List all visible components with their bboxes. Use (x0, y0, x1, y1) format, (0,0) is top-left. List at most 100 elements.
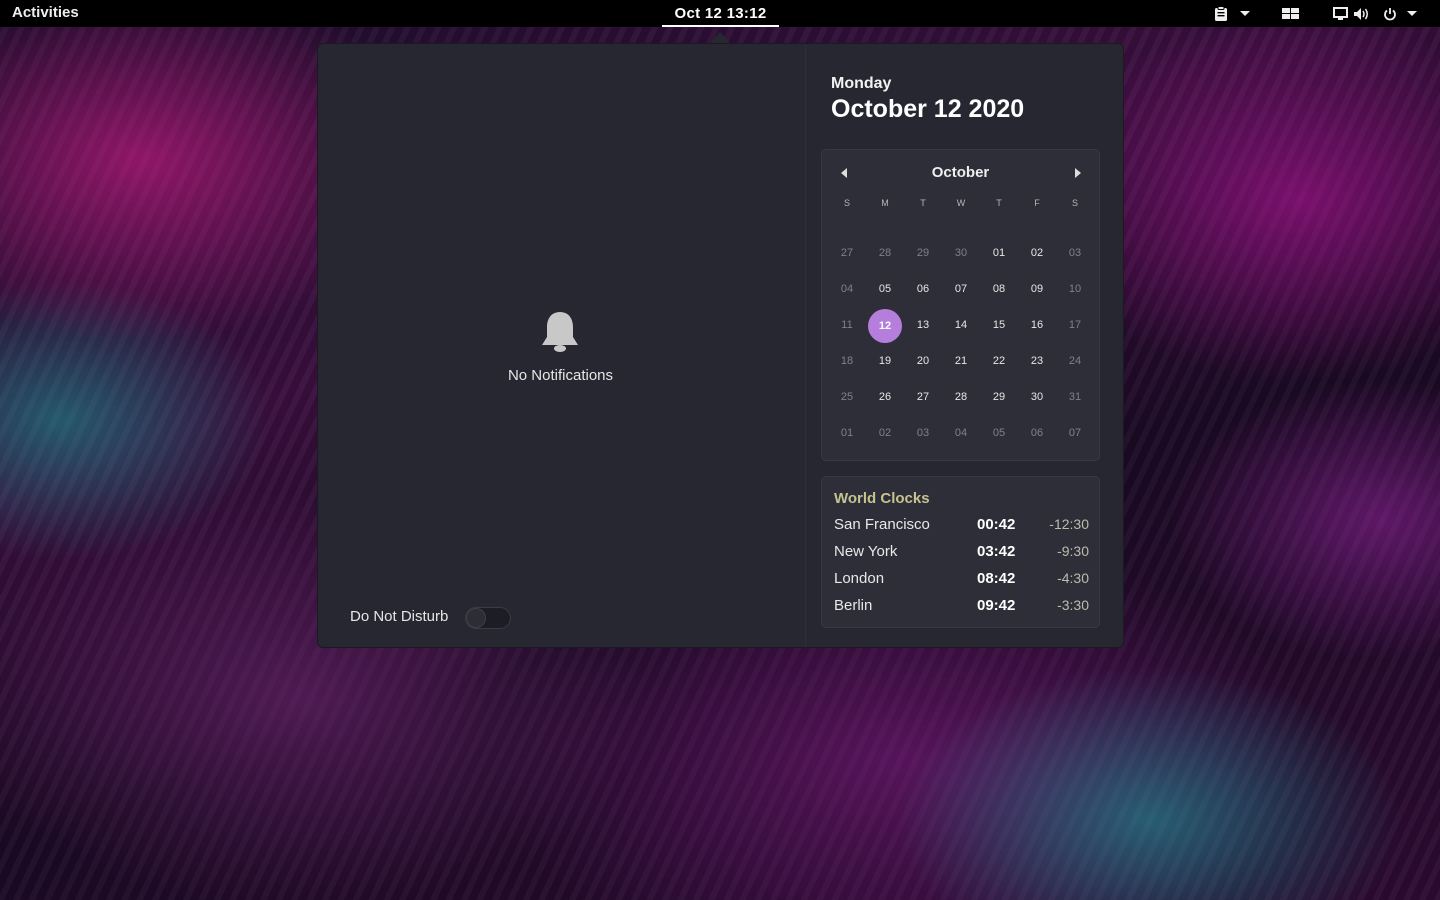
calendar-day[interactable]: 22 (980, 345, 1018, 377)
calendar-day[interactable]: 06 (904, 273, 942, 305)
calendar-day[interactable]: 19 (866, 345, 904, 377)
weekday-heading: W (956, 198, 966, 208)
calendar-day[interactable]: 30 (1018, 381, 1056, 413)
world-clock-offset: -9:30 (1057, 543, 1089, 559)
calendar-day[interactable]: 26 (866, 381, 904, 413)
weekday-heading: S (843, 198, 850, 208)
calendar-day[interactable]: 29 (980, 381, 1018, 413)
next-month-button[interactable] (1075, 168, 1081, 178)
calendar-day[interactable]: 05 (980, 417, 1018, 449)
world-clock-time: 03:42 (977, 543, 1016, 560)
world-clocks-panel[interactable]: World Clocks San Francisco 00:42 -12:30 New… (821, 476, 1100, 628)
calendar-day[interactable]: 03 (904, 417, 942, 449)
calendar-week-row: 04 05 06 07 08 09 10 (828, 271, 1094, 307)
bell-icon (542, 312, 578, 352)
calendar-day[interactable]: 05 (866, 273, 904, 305)
calendar-day[interactable]: 20 (904, 345, 942, 377)
world-clock-time: 08:42 (977, 570, 1016, 587)
world-clock-city: San Francisco (834, 516, 930, 533)
display-icon (1333, 7, 1348, 20)
calendar-day[interactable]: 07 (942, 273, 980, 305)
calendar-weekday-header: SMTWTFS (828, 197, 1094, 221)
no-notifications-label: No Notifications (507, 367, 614, 384)
calendar-day[interactable]: 31 (1056, 381, 1094, 413)
calendar-day[interactable]: 25 (828, 381, 866, 413)
date-time-button[interactable]: Oct 12 13:12 (662, 0, 779, 27)
calendar-day[interactable]: 24 (1056, 345, 1094, 377)
calendar-day[interactable]: 27 (828, 237, 866, 269)
calendar-day[interactable]: 07 (1056, 417, 1094, 449)
calendar-day[interactable]: 28 (866, 237, 904, 269)
calendar-day[interactable]: 27 (904, 381, 942, 413)
calendar-day[interactable]: 01 (980, 237, 1018, 269)
calendar-day[interactable]: 15 (980, 309, 1018, 341)
calendar-day-selected[interactable]: 12 (866, 309, 904, 343)
world-clock-time: 00:42 (977, 516, 1016, 533)
weekday-heading: F (1034, 198, 1040, 208)
notification-list: No Notifications Do Not Disturb (318, 44, 806, 647)
workspaces-icon (1282, 7, 1299, 19)
calendar-day[interactable]: 14 (942, 309, 980, 341)
weekday-heading: T (920, 198, 926, 208)
world-clock-offset: -4:30 (1057, 570, 1089, 586)
world-clocks-title: World Clocks (834, 490, 930, 507)
calendar-day[interactable]: 17 (1056, 309, 1094, 341)
world-clock-offset: -12:30 (1049, 516, 1089, 532)
activities-button[interactable]: Activities (12, 4, 79, 21)
calendar-week-row: 18 19 20 21 22 23 24 (828, 343, 1094, 379)
calendar-week-row: 01 02 03 04 05 06 07 (828, 415, 1094, 451)
calendar-day[interactable]: 21 (942, 345, 980, 377)
calendar-month-label: October (931, 164, 990, 181)
chevron-down-icon (1407, 11, 1417, 16)
calendar-day[interactable]: 11 (828, 309, 866, 341)
popup-pointer (710, 32, 730, 43)
calendar-day[interactable]: 09 (1018, 273, 1056, 305)
calendar-day[interactable]: 08 (980, 273, 1018, 305)
calendar: October S M T W T F S 27 28 29 30 01 02 03 04 05 06 07 08 0… (821, 149, 1100, 461)
calendar-week-row: 27 28 29 30 01 02 03 (828, 235, 1094, 271)
calendar-day[interactable]: 01 (828, 417, 866, 449)
world-clock-city: Berlin (834, 597, 873, 614)
weekday-heading: M (881, 198, 889, 208)
calendar-day[interactable]: 23 (1018, 345, 1056, 377)
calendar-day[interactable]: 06 (1018, 417, 1056, 449)
weekday-heading: S (1071, 198, 1078, 208)
top-bar: Activities Oct 12 13:12 (0, 0, 1440, 27)
toggle-knob (466, 608, 486, 628)
clipboard-menu[interactable] (1214, 0, 1250, 27)
calendar-day[interactable]: 02 (866, 417, 904, 449)
world-clock-row: London 08:42 -4:30 (834, 570, 1089, 592)
do-not-disturb-toggle[interactable] (465, 607, 511, 629)
world-clock-offset: -3:30 (1057, 597, 1089, 613)
calendar-day[interactable]: 13 (904, 309, 942, 341)
world-clock-row: Berlin 09:42 -3:30 (834, 597, 1089, 619)
calendar-week-row: 25 26 27 28 29 30 31 (828, 379, 1094, 415)
do-not-disturb-label: Do Not Disturb (350, 608, 449, 625)
system-menu[interactable] (1333, 0, 1417, 27)
calendar-day[interactable]: 30 (942, 237, 980, 269)
weekday-heading: T (996, 198, 1002, 208)
calendar-day[interactable]: 04 (942, 417, 980, 449)
calendar-day[interactable]: 29 (904, 237, 942, 269)
world-clock-row: San Francisco 00:42 -12:30 (834, 516, 1089, 538)
calendar-day[interactable]: 03 (1056, 237, 1094, 269)
calendar-day[interactable]: 18 (828, 345, 866, 377)
world-clock-city: London (834, 570, 885, 587)
volume-icon (1354, 7, 1368, 20)
calendar-day[interactable]: 02 (1018, 237, 1056, 269)
calendar-day[interactable]: 04 (828, 273, 866, 305)
clipboard-icon (1215, 5, 1227, 21)
calendar-grid: S M T W T F S 27 28 29 30 01 02 03 04 05 06 07 08 09 10 11 12 1… (828, 197, 1094, 451)
weekday-label[interactable]: Monday (831, 75, 891, 93)
chevron-down-icon (1240, 11, 1250, 16)
calendar-day[interactable]: 10 (1056, 273, 1094, 305)
world-clock-row: New York 03:42 -9:30 (834, 543, 1089, 565)
calendar-day[interactable]: 16 (1018, 309, 1056, 341)
world-clock-time: 09:42 (977, 597, 1016, 614)
power-icon (1384, 7, 1396, 20)
date-menu-popup: No Notifications Do Not Disturb Monday O… (317, 43, 1124, 648)
calendar-week-row: 11 12 13 14 15 16 17 (828, 307, 1094, 343)
workspace-indicator[interactable] (1282, 0, 1299, 27)
full-date-label[interactable]: October 12 2020 (831, 95, 1024, 124)
calendar-day[interactable]: 28 (942, 381, 980, 413)
